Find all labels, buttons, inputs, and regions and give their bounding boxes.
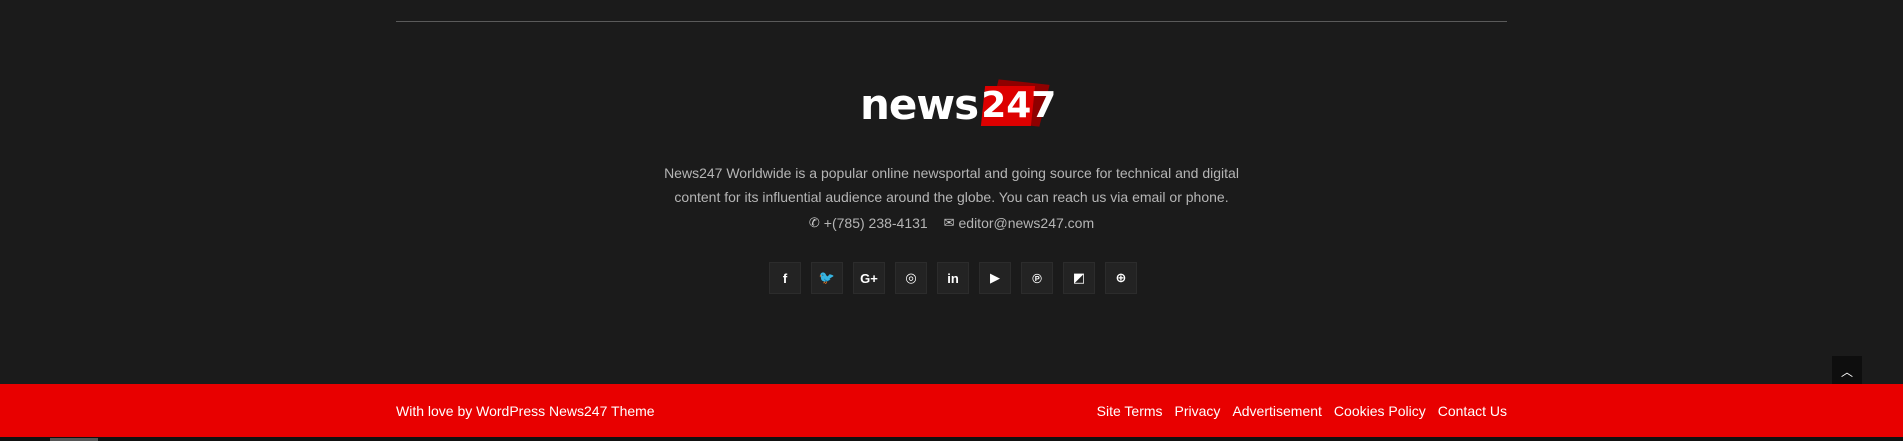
footer-link-site-terms[interactable]: Site Terms (1097, 402, 1163, 420)
linkedin-icon: in (947, 270, 959, 286)
twitter-button[interactable]: 🐦 (811, 262, 843, 294)
logo-word: news (860, 80, 979, 129)
about-text: News247 Worldwide is a popular online ne… (640, 161, 1263, 209)
about-line-2: content for its influential audience aro… (674, 189, 1229, 205)
pinterest-icon: ℗ (1032, 270, 1042, 286)
footer-link-contact-us[interactable]: Contact Us (1438, 402, 1507, 420)
youtube-icon: ▶ (990, 270, 1000, 285)
envelope-icon: ✉ (943, 215, 955, 230)
contact-info: ✆ +(785) 238-4131 ✉ editor@news247.com (640, 213, 1263, 232)
chevron-up-icon: ︿ (1840, 364, 1853, 379)
instagram-button[interactable]: ◎ (895, 262, 927, 294)
youtube-button[interactable]: ▶ (979, 262, 1011, 294)
delicious-icon: ◩ (1072, 270, 1086, 285)
linkedin-button[interactable]: in (937, 262, 969, 294)
footer-credit: With love by WordPress News247 Theme (396, 403, 655, 419)
email-address: editor@news247.com (958, 215, 1095, 231)
instagram-icon: ◎ (905, 270, 917, 285)
facebook-icon: f (782, 270, 788, 286)
footer-link-cookies-policy[interactable]: Cookies Policy (1334, 402, 1426, 420)
pinterest-button[interactable]: ℗ (1021, 262, 1053, 294)
horizontal-scrollbar[interactable] (0, 437, 1903, 441)
about-line-1: News247 Worldwide is a popular online ne… (664, 165, 1239, 181)
delicious-button[interactable]: ◩ (1063, 262, 1095, 294)
phone-icon: ✆ (808, 215, 820, 230)
back-to-top-button[interactable]: ︿ (1832, 356, 1862, 386)
phone-contact[interactable]: ✆ +(785) 238-4131 (809, 214, 928, 232)
google-plus-button[interactable]: G+ (853, 262, 885, 294)
site-logo[interactable]: news 247 (860, 79, 1057, 130)
bottom-bar: With love by WordPress News247 Theme Sit… (0, 384, 1903, 441)
facebook-button[interactable]: f (769, 262, 801, 294)
footer-divider (396, 21, 1507, 22)
footer-link-privacy[interactable]: Privacy (1175, 402, 1221, 420)
dribbble-icon: ⊕ (1115, 270, 1127, 285)
twitter-icon: 🐦 (818, 270, 836, 285)
phone-number: +(785) 238-4131 (823, 215, 928, 231)
footer-links: Site Terms Privacy Advertisement Cookies… (1097, 402, 1507, 420)
email-contact[interactable]: ✉ editor@news247.com (944, 214, 1095, 232)
social-links: f 🐦 G+ ◎ in ▶ ℗ ◩ ⊕ (769, 262, 1137, 294)
logo-number: 247 (981, 85, 1057, 126)
footer-page: news 247 News247 Worldwide is a popular … (0, 0, 1903, 441)
logo-badge: 247 (981, 79, 1057, 130)
google-plus-icon: G+ (860, 270, 878, 286)
dribbble-button[interactable]: ⊕ (1105, 262, 1137, 294)
footer-link-advertisement[interactable]: Advertisement (1232, 402, 1321, 420)
